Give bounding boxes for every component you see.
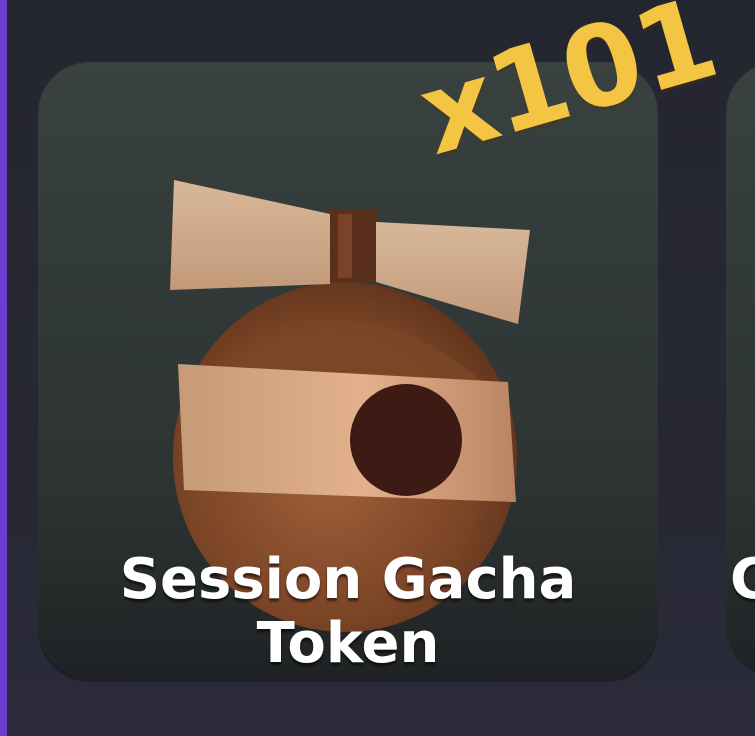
item-name-line-2: Token	[256, 611, 440, 676]
item-slot-session-gacha-token[interactable]: Session Gacha Token	[38, 62, 658, 678]
item-slot-next[interactable]: C	[726, 62, 755, 678]
item-name-line-1: Session Gacha	[119, 547, 577, 612]
inventory-panel: Session Gacha Token x101 C	[0, 0, 755, 736]
item-name: Session Gacha Token	[38, 548, 658, 676]
item-name-partial: C	[730, 547, 755, 612]
panel-accent-bar	[0, 0, 7, 736]
